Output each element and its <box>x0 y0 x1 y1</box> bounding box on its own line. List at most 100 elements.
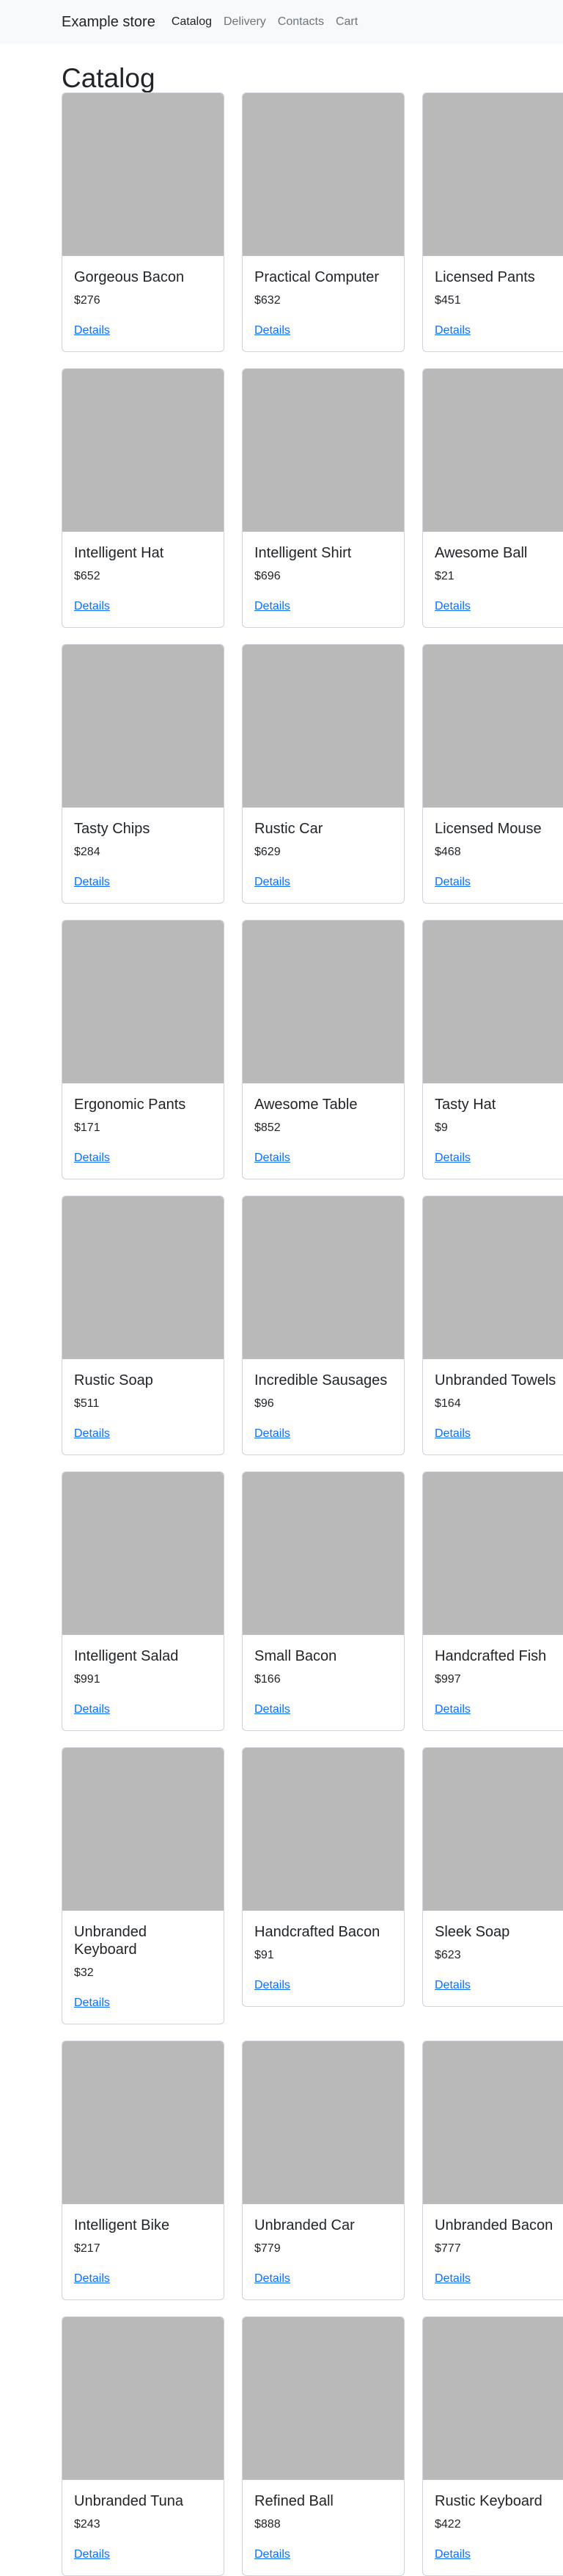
product-price: $171 <box>74 1121 100 1134</box>
product-name: Ergonomic Pants <box>74 1097 186 1113</box>
product-details-link[interactable]: Details <box>74 2270 110 2288</box>
product-card: Handcrafted Fish $997 Details <box>422 1471 563 1731</box>
product-details-link[interactable]: Details <box>74 874 110 891</box>
product-card-body: Tasty Hat $9 Details <box>423 1083 563 1179</box>
product-card: Intelligent Bike $217 Details <box>62 2041 224 2300</box>
product-card-body: Ergonomic Pants $171 Details <box>62 1083 224 1179</box>
product-card: Refined Ball $888 Details <box>242 2316 405 2576</box>
product-name: Awesome Table <box>254 1097 358 1113</box>
product-image-placeholder <box>243 645 404 808</box>
nav-link-delivery[interactable]: Delivery <box>224 15 266 29</box>
product-card: Incredible Sausages $96 Details <box>242 1196 405 1455</box>
product-details-link[interactable]: Details <box>435 2546 471 2564</box>
product-card-body: Awesome Table $852 Details <box>243 1083 404 1179</box>
product-details-link[interactable]: Details <box>435 322 471 340</box>
product-image-placeholder <box>62 2317 224 2480</box>
product-card: Licensed Pants $451 Details <box>422 92 563 352</box>
product-image-placeholder <box>62 93 224 256</box>
product-image-placeholder <box>423 2317 563 2480</box>
product-name: Practical Computer <box>254 269 380 285</box>
product-name: Tasty Hat <box>435 1097 496 1113</box>
product-card-body: Licensed Pants $451 Details <box>423 256 563 351</box>
product-card-body: Intelligent Bike $217 Details <box>62 2204 224 2299</box>
product-price: $632 <box>254 294 281 307</box>
product-price: $652 <box>74 570 100 582</box>
product-details-link[interactable]: Details <box>254 1149 290 1167</box>
product-card: Tasty Chips $284 Details <box>62 644 224 904</box>
product-image-placeholder <box>62 921 224 1083</box>
nav-link-catalog[interactable]: Catalog <box>172 15 212 29</box>
product-name: Unbranded Tuna <box>74 2493 184 2509</box>
product-details-link[interactable]: Details <box>435 1425 471 1443</box>
product-details-link[interactable]: Details <box>254 2546 290 2564</box>
product-price: $96 <box>254 1397 274 1410</box>
product-image-placeholder <box>243 1748 404 1911</box>
product-name: Unbranded Keyboard <box>74 1924 147 1958</box>
product-image-placeholder <box>243 369 404 532</box>
product-price: $852 <box>254 1121 281 1134</box>
product-details-link[interactable]: Details <box>74 598 110 615</box>
product-details-link[interactable]: Details <box>435 1977 471 1994</box>
product-details-link[interactable]: Details <box>254 322 290 340</box>
product-price: $243 <box>74 2518 100 2531</box>
product-details-link[interactable]: Details <box>74 1701 110 1719</box>
product-name: Small Bacon <box>254 1648 337 1664</box>
product-card-body: Unbranded Car $779 Details <box>243 2204 404 2299</box>
product-image-placeholder <box>243 2041 404 2204</box>
product-card: Sleek Soap $623 Details <box>422 1747 563 2007</box>
product-details-link[interactable]: Details <box>74 1149 110 1167</box>
product-name: Gorgeous Bacon <box>74 269 185 285</box>
product-price: $166 <box>254 1673 281 1686</box>
product-name: Unbranded Bacon <box>435 2217 553 2233</box>
product-card-body: Gorgeous Bacon $276 Details <box>62 256 224 351</box>
product-image-placeholder <box>62 1196 224 1359</box>
product-card-body: Handcrafted Fish $997 Details <box>423 1635 563 1730</box>
product-card-body: Intelligent Salad $991 Details <box>62 1635 224 1730</box>
product-card-body: Small Bacon $166 Details <box>243 1635 404 1730</box>
product-details-link[interactable]: Details <box>254 1425 290 1443</box>
product-name: Refined Ball <box>254 2493 334 2509</box>
product-price: $21 <box>435 570 455 582</box>
product-price: $91 <box>254 1949 274 1961</box>
product-name: Intelligent Salad <box>74 1648 179 1664</box>
product-details-link[interactable]: Details <box>435 2270 471 2288</box>
product-details-link[interactable]: Details <box>74 1994 110 2012</box>
product-price: $9 <box>435 1121 448 1134</box>
product-card-body: Unbranded Bacon $777 Details <box>423 2204 563 2299</box>
product-details-link[interactable]: Details <box>74 2546 110 2564</box>
product-name: Awesome Ball <box>435 545 528 561</box>
product-details-link[interactable]: Details <box>435 874 471 891</box>
product-details-link[interactable]: Details <box>254 874 290 891</box>
product-price: $276 <box>74 294 100 307</box>
product-details-link[interactable]: Details <box>74 322 110 340</box>
page-title: Catalog <box>62 63 155 93</box>
product-image-placeholder <box>243 93 404 256</box>
product-price: $623 <box>435 1949 461 1961</box>
product-image-placeholder <box>423 1748 563 1911</box>
product-details-link[interactable]: Details <box>254 1701 290 1719</box>
product-details-link[interactable]: Details <box>435 1149 471 1167</box>
product-card-body: Practical Computer $632 Details <box>243 256 404 351</box>
product-card: Unbranded Tuna $243 Details <box>62 2316 224 2576</box>
product-card-body: Tasty Chips $284 Details <box>62 808 224 903</box>
product-details-link[interactable]: Details <box>254 1977 290 1994</box>
product-details-link[interactable]: Details <box>435 1701 471 1719</box>
product-image-placeholder <box>62 369 224 532</box>
product-details-link[interactable]: Details <box>74 1425 110 1443</box>
product-name: Unbranded Car <box>254 2217 355 2233</box>
product-name: Unbranded Towels <box>435 1372 556 1388</box>
product-image-placeholder <box>423 93 563 256</box>
nav-link-cart[interactable]: Cart <box>336 15 358 29</box>
brand-link[interactable]: Example store <box>62 14 155 31</box>
product-card: Unbranded Bacon $777 Details <box>422 2041 563 2300</box>
product-details-link[interactable]: Details <box>435 598 471 615</box>
product-name: Incredible Sausages <box>254 1372 388 1388</box>
product-name: Intelligent Shirt <box>254 545 352 561</box>
nav-link-contacts[interactable]: Contacts <box>278 15 324 29</box>
product-grid: Gorgeous Bacon $276 Details Practical Compu… <box>62 92 563 2576</box>
product-image-placeholder <box>243 2317 404 2480</box>
product-card-body: Intelligent Hat $652 Details <box>62 532 224 627</box>
product-details-link[interactable]: Details <box>254 2270 290 2288</box>
product-card: Handcrafted Bacon $91 Details <box>242 1747 405 2007</box>
product-details-link[interactable]: Details <box>254 598 290 615</box>
